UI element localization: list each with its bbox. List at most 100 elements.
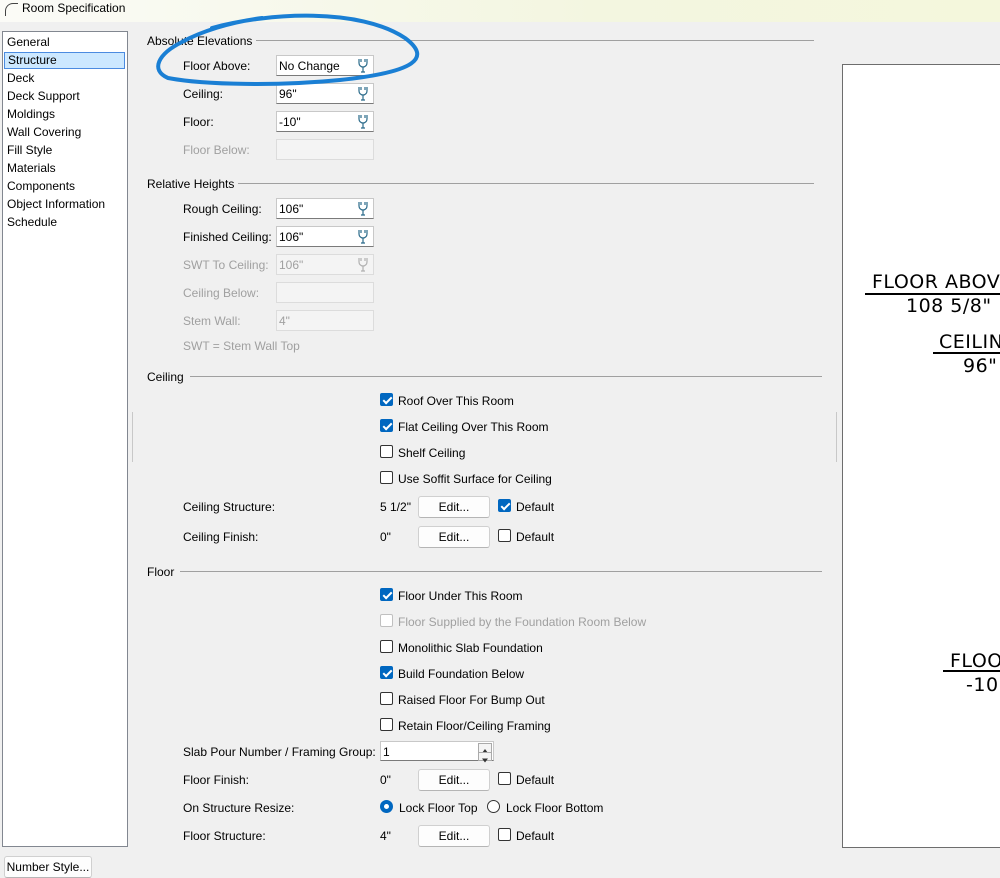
floor-finish-default-label[interactable]: Default — [516, 773, 554, 787]
sidebar-item-structure[interactable]: Structure — [4, 52, 125, 69]
elevation-preview-panel: FLOOR ABOVE 108 5/8" CEILING 96" FLOOR -… — [842, 64, 1000, 848]
wrench-icon[interactable] — [356, 86, 370, 101]
sidebar-item-fill-style[interactable]: Fill Style — [4, 142, 125, 159]
rough-ceiling-label: Rough Ceiling: — [183, 202, 262, 216]
floor-structure-default-label[interactable]: Default — [516, 829, 554, 843]
build-foundation-checkbox[interactable] — [380, 666, 393, 679]
ceiling-finish-edit-button[interactable]: Edit... — [418, 526, 490, 548]
swt-note: SWT = Stem Wall Top — [183, 339, 300, 353]
right-splitter[interactable] — [836, 412, 837, 462]
roof-over-label[interactable]: Roof Over This Room — [398, 394, 514, 408]
slab-pour-value: 1 — [383, 745, 390, 759]
ceiling-value: 96" — [279, 87, 297, 101]
raised-floor-label[interactable]: Raised Floor For Bump Out — [398, 693, 545, 707]
monolithic-slab-label[interactable]: Monolithic Slab Foundation — [398, 641, 543, 655]
stem-wall-field: 4" — [276, 310, 374, 331]
ceiling-finish-default-checkbox[interactable] — [498, 529, 511, 542]
floor-label: Floor: — [183, 115, 214, 129]
floor-structure-default-checkbox[interactable] — [498, 828, 511, 841]
lock-floor-top-label[interactable]: Lock Floor Top — [399, 801, 478, 815]
monolithic-slab-checkbox[interactable] — [380, 640, 393, 653]
swt-to-ceiling-field: 106" — [276, 254, 374, 275]
floor-structure-edit-button[interactable]: Edit... — [418, 825, 490, 847]
absolute-elevations-header: Absolute Elevations — [147, 34, 253, 48]
retain-framing-checkbox[interactable] — [380, 718, 393, 731]
floor-finish-label: Floor Finish: — [183, 773, 250, 787]
floor-above-field[interactable]: No Change — [276, 55, 374, 76]
sidebar-item-deck-support[interactable]: Deck Support — [4, 88, 125, 105]
rough-ceiling-field[interactable]: 106" — [276, 198, 374, 219]
stepper-down-button[interactable] — [478, 752, 492, 763]
raised-floor-checkbox[interactable] — [380, 692, 393, 705]
sidebar-item-wall-covering[interactable]: Wall Covering — [4, 124, 125, 141]
left-splitter[interactable] — [132, 412, 133, 462]
app-icon — [5, 3, 18, 16]
floor-finish-edit-button[interactable]: Edit... — [418, 769, 490, 791]
sidebar-item-components[interactable]: Components — [4, 178, 125, 195]
floor-under-checkbox[interactable] — [380, 588, 393, 601]
floor-finish-default-checkbox[interactable] — [498, 772, 511, 785]
preview-floor-label: FLOOR — [950, 650, 1000, 672]
floor-above-value: No Change — [279, 59, 340, 73]
lock-floor-top-radio[interactable] — [380, 800, 393, 813]
ceiling-label: Ceiling: — [183, 87, 224, 101]
preview-ceiling-label: CEILING — [939, 331, 1000, 353]
stem-wall-label: Stem Wall: — [183, 314, 241, 328]
finished-ceiling-field[interactable]: 106" — [276, 226, 374, 247]
floor-above-label: Floor Above: — [183, 59, 251, 73]
lock-floor-bottom-radio[interactable] — [487, 800, 500, 813]
ceiling-field[interactable]: 96" — [276, 83, 374, 104]
section-divider — [238, 183, 814, 184]
floor-supplied-checkbox — [380, 614, 393, 627]
section-divider — [180, 571, 822, 572]
preview-ceiling-value: 96" — [963, 355, 998, 377]
sidebar-item-moldings[interactable]: Moldings — [4, 106, 125, 123]
preview-floor-value: -10" — [966, 674, 1000, 696]
structure-resize-label: On Structure Resize: — [183, 801, 295, 815]
floor-section-header: Floor — [147, 565, 175, 579]
floor-under-label[interactable]: Floor Under This Room — [398, 589, 523, 603]
ceiling-finish-value: 0" — [380, 530, 391, 544]
swt-to-ceiling-value: 106" — [279, 258, 304, 272]
slab-pour-label: Slab Pour Number / Framing Group: — [183, 745, 376, 759]
build-foundation-label[interactable]: Build Foundation Below — [398, 667, 524, 681]
sidebar-item-materials[interactable]: Materials — [4, 160, 125, 177]
preview-ceiling-line — [933, 352, 1000, 354]
ceiling-structure-label: Ceiling Structure: — [183, 500, 276, 514]
floor-field[interactable]: -10" — [276, 111, 374, 132]
sidebar-item-deck[interactable]: Deck — [4, 70, 125, 87]
rough-ceiling-value: 106" — [279, 202, 304, 216]
sidebar-item-object-information[interactable]: Object Information — [4, 196, 125, 213]
ceiling-structure-default-label[interactable]: Default — [516, 500, 554, 514]
finished-ceiling-label: Finished Ceiling: — [183, 230, 272, 244]
wrench-icon[interactable] — [356, 58, 370, 73]
wrench-icon[interactable] — [356, 201, 370, 216]
shelf-ceiling-label[interactable]: Shelf Ceiling — [398, 446, 465, 460]
wrench-icon — [358, 258, 368, 272]
ceiling-structure-default-checkbox[interactable] — [498, 499, 511, 512]
category-list[interactable]: General Structure Deck Deck Support Mold… — [2, 31, 128, 847]
shelf-ceiling-checkbox[interactable] — [380, 445, 393, 458]
sidebar-item-schedule[interactable]: Schedule — [4, 214, 125, 231]
section-divider — [256, 40, 814, 41]
ceiling-finish-label: Ceiling Finish: — [183, 530, 259, 544]
ceiling-structure-edit-button[interactable]: Edit... — [418, 496, 490, 518]
ceiling-below-label: Ceiling Below: — [183, 286, 260, 300]
slab-pour-stepper[interactable]: 1 — [380, 741, 494, 763]
arrow-down-icon — [482, 758, 488, 763]
wrench-icon[interactable] — [356, 229, 370, 244]
swt-to-ceiling-label: SWT To Ceiling: — [183, 258, 269, 272]
flat-ceiling-label[interactable]: Flat Ceiling Over This Room — [398, 420, 549, 434]
roof-over-checkbox[interactable] — [380, 393, 393, 406]
floor-structure-label: Floor Structure: — [183, 829, 266, 843]
floor-finish-value: 0" — [380, 773, 391, 787]
lock-floor-bottom-label[interactable]: Lock Floor Bottom — [506, 801, 603, 815]
preview-floor-above-label: FLOOR ABOVE — [872, 271, 1000, 293]
flat-ceiling-checkbox[interactable] — [380, 419, 393, 432]
wrench-icon[interactable] — [356, 114, 370, 129]
sidebar-item-general[interactable]: General — [4, 34, 125, 51]
soffit-checkbox[interactable] — [380, 471, 393, 484]
ceiling-finish-default-label[interactable]: Default — [516, 530, 554, 544]
soffit-label[interactable]: Use Soffit Surface for Ceiling — [398, 472, 552, 486]
retain-framing-label[interactable]: Retain Floor/Ceiling Framing — [398, 719, 551, 733]
